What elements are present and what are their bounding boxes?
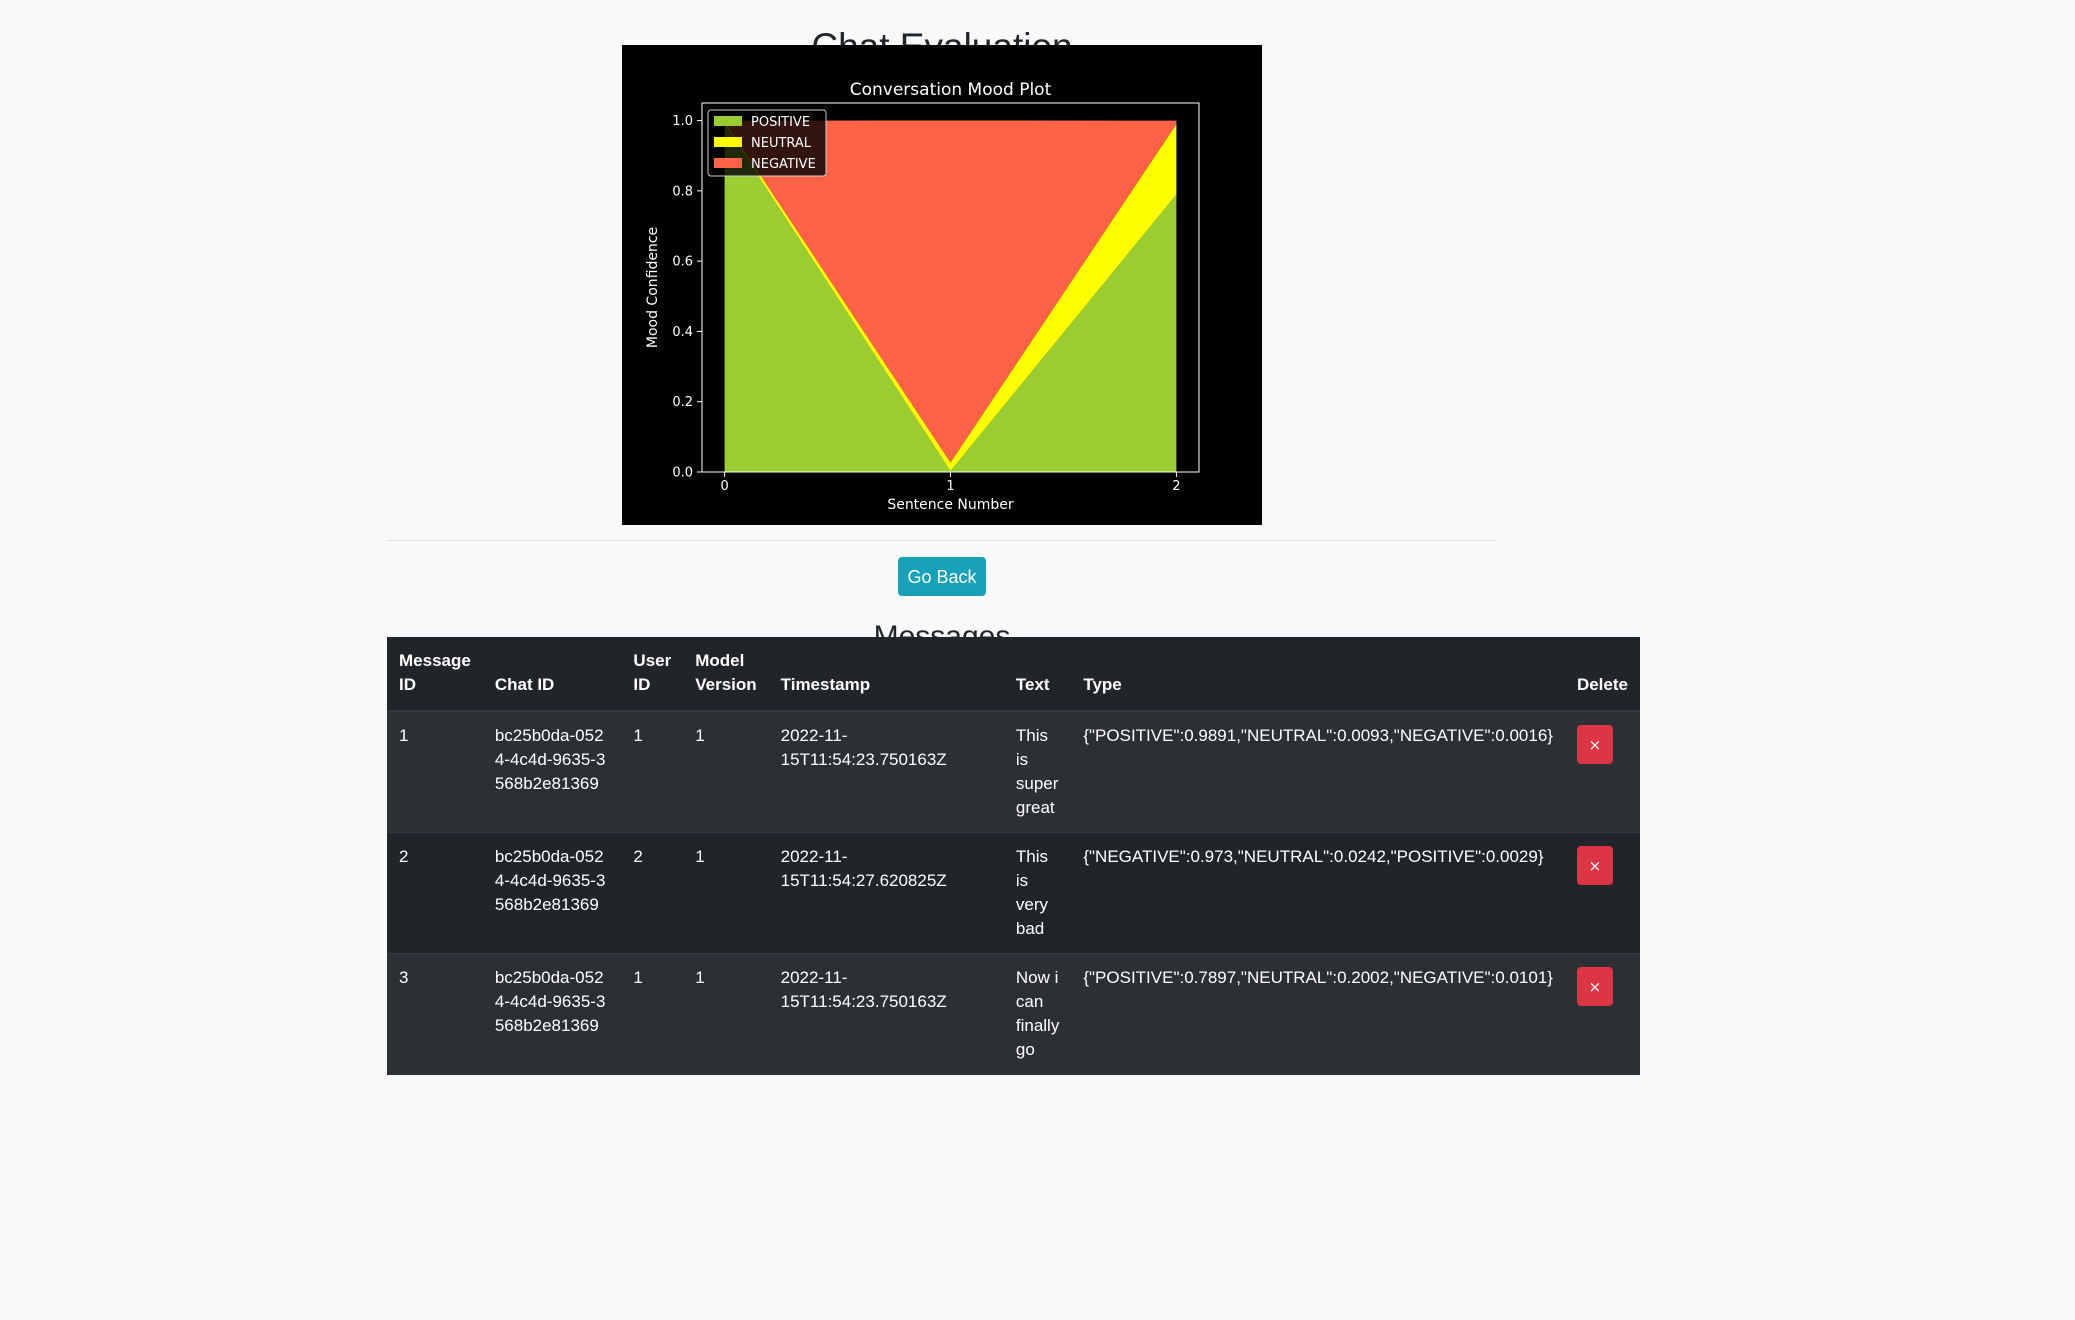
- header-message-id: Message ID: [387, 637, 483, 712]
- cell-text: Now i can finally go: [1003, 953, 1072, 1075]
- header-chat-id: Chat ID: [482, 637, 622, 712]
- cell-model-version: 1: [683, 710, 769, 833]
- legend-swatch-positive: [714, 116, 742, 126]
- y-tick-label: 1.0: [672, 114, 693, 129]
- header-model-version: Model Version: [683, 637, 769, 712]
- legend-label-neutral: NEUTRAL: [751, 136, 812, 151]
- cell-delete: ×: [1564, 832, 1640, 954]
- legend-label-positive: POSITIVE: [751, 115, 810, 130]
- cell-user-id: 1: [621, 953, 684, 1075]
- cell-message-id: 2: [387, 832, 483, 954]
- x-axis-label: Sentence Number: [887, 497, 1014, 513]
- cell-user-id: 2: [621, 832, 684, 954]
- x-tick-label: 1: [946, 479, 954, 494]
- delete-button[interactable]: ×: [1576, 967, 1613, 1006]
- cell-message-id: 3: [387, 953, 483, 1075]
- divider: [387, 540, 1497, 541]
- header-text: Text: [1003, 637, 1072, 712]
- legend-label-negative: NEGATIVE: [751, 157, 816, 172]
- cell-model-version: 1: [683, 832, 769, 954]
- cell-chat-id: bc25b0da-0524-4c4d-9635-3568b2e81369: [482, 953, 622, 1075]
- cell-timestamp: 2022-11-15T11:54:27.620825Z: [768, 832, 1004, 954]
- table-row: 3 bc25b0da-0524-4c4d-9635-3568b2e81369 1…: [387, 953, 1640, 1075]
- cell-timestamp: 2022-11-15T11:54:23.750163Z: [768, 710, 1004, 833]
- y-tick-label: 0.6: [672, 255, 693, 270]
- cell-type: {"POSITIVE":0.7897,"NEUTRAL":0.2002,"NEG…: [1071, 953, 1565, 1075]
- cell-text: This is super great: [1003, 710, 1072, 833]
- legend-swatch-neutral: [714, 137, 742, 147]
- y-tick-label: 0.0: [672, 466, 693, 481]
- cell-user-id: 1: [621, 710, 684, 833]
- cell-model-version: 1: [683, 953, 769, 1075]
- cell-delete: ×: [1564, 953, 1640, 1075]
- x-tick-label: 2: [1172, 479, 1180, 494]
- y-axis-label: Mood Confidence: [645, 227, 661, 348]
- delete-button[interactable]: ×: [1576, 846, 1613, 885]
- y-tick-label: 0.2: [672, 395, 693, 410]
- cell-chat-id: bc25b0da-0524-4c4d-9635-3568b2e81369: [482, 832, 622, 954]
- table-row: 1 bc25b0da-0524-4c4d-9635-3568b2e81369 1…: [387, 710, 1640, 833]
- messages-table: Message ID Chat ID User ID Model Version…: [387, 637, 1640, 1075]
- cell-text: This is very bad: [1003, 832, 1072, 954]
- header-delete: Delete: [1564, 637, 1640, 712]
- go-back-button[interactable]: Go Back: [898, 557, 986, 596]
- delete-button[interactable]: ×: [1576, 725, 1613, 764]
- legend-swatch-negative: [714, 158, 742, 168]
- table-row: 2 bc25b0da-0524-4c4d-9635-3568b2e81369 2…: [387, 832, 1640, 954]
- header-type: Type: [1071, 637, 1565, 712]
- mood-chart: 0 1 2 0.0 0.2 0.4 0.6 0.8 1.0 Conversation Mood P…: [622, 45, 1262, 525]
- y-tick-label: 0.4: [672, 325, 693, 340]
- cell-type: {"NEGATIVE":0.973,"NEUTRAL":0.0242,"POSI…: [1071, 832, 1565, 954]
- header-timestamp: Timestamp: [768, 637, 1004, 712]
- mood-chart-svg: 0 1 2 0.0 0.2 0.4 0.6 0.8 1.0 Conversation Mood P…: [645, 80, 1200, 513]
- cell-message-id: 1: [387, 710, 483, 833]
- cell-chat-id: bc25b0da-0524-4c4d-9635-3568b2e81369: [482, 710, 622, 833]
- cell-timestamp: 2022-11-15T11:54:23.750163Z: [768, 953, 1004, 1075]
- chart-title: Conversation Mood Plot: [850, 80, 1052, 100]
- y-tick-label: 0.8: [672, 184, 693, 199]
- header-user-id: User ID: [621, 637, 684, 712]
- cell-type: {"POSITIVE":0.9891,"NEUTRAL":0.0093,"NEG…: [1071, 710, 1565, 833]
- x-tick-label: 0: [720, 479, 728, 494]
- table-header-row: Message ID Chat ID User ID Model Version…: [387, 637, 1640, 712]
- cell-delete: ×: [1564, 710, 1640, 833]
